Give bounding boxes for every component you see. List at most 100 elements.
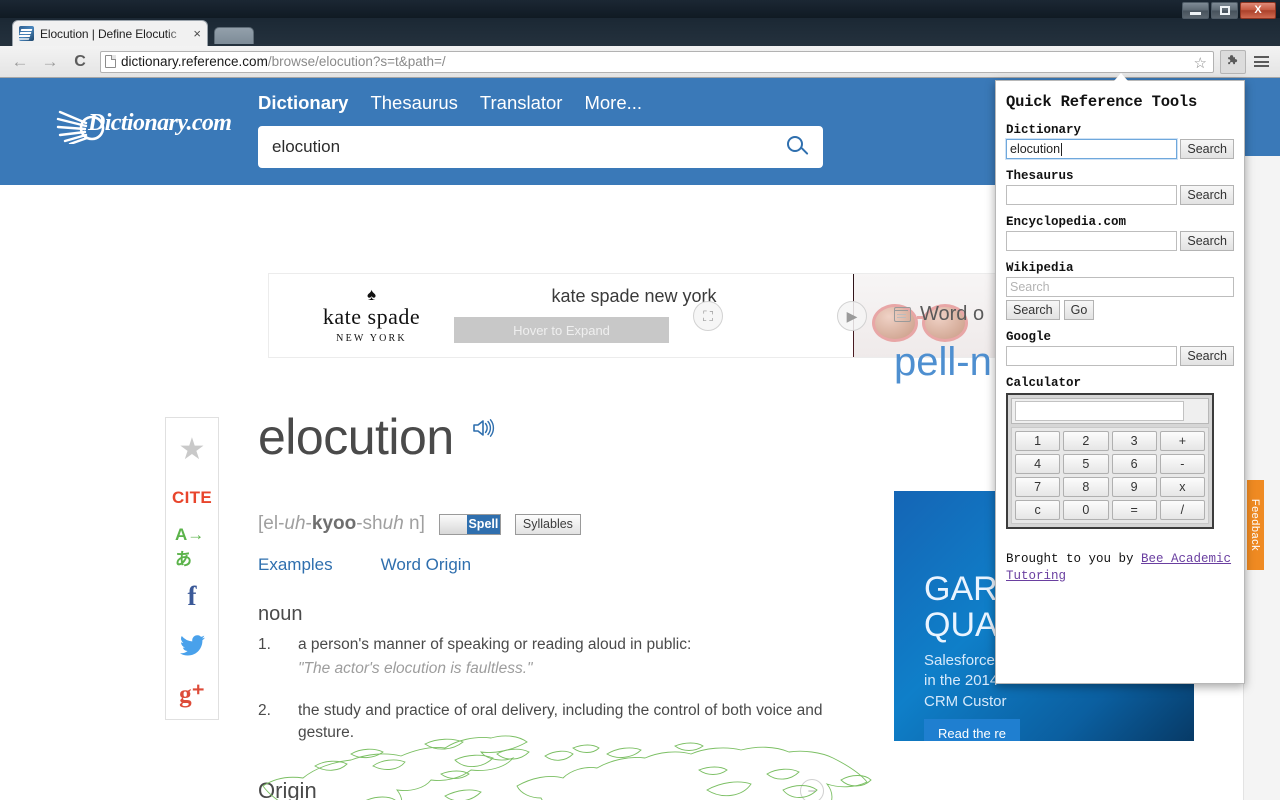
google-input[interactable] bbox=[1006, 346, 1178, 366]
wikipedia-search-button[interactable]: Search bbox=[1006, 300, 1060, 320]
examples-link[interactable]: Examples bbox=[258, 555, 333, 575]
dictionary-search-button[interactable]: Search bbox=[1180, 139, 1234, 159]
thesaurus-group: Thesaurus Search bbox=[1006, 169, 1234, 205]
social-sidebar: ★ CITE A→あ f g⁺ bbox=[165, 417, 219, 720]
calc-key-9[interactable]: 9 bbox=[1111, 477, 1157, 497]
nav-item-dictionary[interactable]: Dictionary bbox=[258, 92, 348, 114]
pronunciation-row: [el-uh-kyoo-shuh n] Spell Syllables bbox=[258, 513, 878, 535]
tab-strip: Elocution | Define Elocutic × bbox=[0, 18, 1280, 46]
calculator-screen-pad bbox=[1184, 401, 1206, 421]
audio-pronounce-icon[interactable] bbox=[472, 418, 496, 444]
browser-toolbar: ← → C dictionary.reference.com/browse/el… bbox=[0, 46, 1280, 78]
thesaurus-search-button[interactable]: Search bbox=[1180, 185, 1234, 205]
site-search-input[interactable]: elocution bbox=[272, 137, 787, 157]
nav-item-translator[interactable]: Translator bbox=[480, 92, 563, 114]
word-origin-link[interactable]: Word Origin bbox=[381, 555, 471, 575]
new-tab-button[interactable] bbox=[214, 27, 254, 44]
ad-play-button[interactable]: ▶ bbox=[837, 301, 867, 331]
facebook-icon[interactable]: f bbox=[175, 579, 209, 613]
calc-key-divide[interactable]: / bbox=[1159, 500, 1205, 520]
bookmark-star-icon[interactable]: ☆ bbox=[1194, 54, 1207, 72]
logo-text: Dictionary.com bbox=[88, 110, 232, 136]
kate-spade-logo: ♠ kate spade NEW YORK bbox=[294, 285, 449, 344]
thesaurus-label: Thesaurus bbox=[1006, 169, 1074, 183]
calc-key-5[interactable]: 5 bbox=[1063, 454, 1109, 474]
dictionary-favicon-icon bbox=[19, 26, 34, 41]
popup-footer-text: Brought to you by bbox=[1006, 552, 1142, 566]
search-icon[interactable] bbox=[787, 136, 809, 158]
calc-key-3[interactable]: 3 bbox=[1111, 431, 1157, 451]
window-minimize-button[interactable] bbox=[1182, 2, 1209, 19]
calc-key-0[interactable]: 0 bbox=[1063, 500, 1109, 520]
part-of-speech: noun bbox=[258, 603, 303, 625]
dictionary-logo[interactable]: Dictionary.com bbox=[56, 104, 251, 148]
wikipedia-input[interactable]: Search bbox=[1006, 277, 1234, 297]
address-bar[interactable]: dictionary.reference.com/browse/elocutio… bbox=[100, 50, 1214, 73]
translate-icon[interactable]: A→あ bbox=[175, 525, 209, 569]
cite-button[interactable]: CITE bbox=[172, 481, 212, 515]
calculator-display[interactable] bbox=[1015, 401, 1184, 421]
back-icon[interactable]: ← bbox=[6, 49, 34, 75]
site-nav: Dictionary Thesaurus Translator More... bbox=[258, 92, 642, 114]
calculator-keypad: 1 2 3 + 4 5 6 - 7 8 9 x c 0 = / bbox=[1011, 427, 1209, 524]
tab-close-icon[interactable]: × bbox=[193, 27, 201, 40]
favorite-star-icon[interactable]: ★ bbox=[175, 432, 209, 466]
ad-expand-button[interactable]: Hover to Expand bbox=[454, 317, 669, 343]
hamburger-menu-icon[interactable] bbox=[1248, 50, 1274, 74]
url-path: /browse/elocution?s=t&path=/ bbox=[267, 54, 446, 69]
pronunciation-text: [el-uh-kyoo-shuh n] bbox=[258, 513, 425, 534]
gartner-ad-button[interactable]: Read the re bbox=[924, 719, 1020, 741]
definition-item: 1. a person's manner of speaking or read… bbox=[258, 634, 878, 680]
reload-icon[interactable]: C bbox=[66, 49, 94, 75]
encyclopedia-input[interactable] bbox=[1006, 231, 1178, 251]
calc-key-8[interactable]: 8 bbox=[1063, 477, 1109, 497]
calc-key-1[interactable]: 1 bbox=[1015, 431, 1061, 451]
nav-item-more[interactable]: More... bbox=[584, 92, 642, 114]
forward-icon[interactable]: → bbox=[36, 49, 64, 75]
google-label: Google bbox=[1006, 330, 1052, 344]
definition-text: a person's manner of speaking or reading… bbox=[298, 634, 878, 680]
ad-gallery-button[interactable]: ⛶ bbox=[693, 301, 723, 331]
calc-key-7[interactable]: 7 bbox=[1015, 477, 1061, 497]
spell-toggle[interactable]: Spell bbox=[438, 513, 501, 535]
twitter-icon[interactable] bbox=[175, 628, 209, 662]
wikipedia-label: Wikipedia bbox=[1006, 261, 1074, 275]
dictionary-input[interactable]: elocution bbox=[1004, 138, 1179, 160]
browser-tab[interactable]: Elocution | Define Elocutic × bbox=[12, 20, 208, 46]
wikipedia-go-button[interactable]: Go bbox=[1063, 300, 1095, 320]
google-plus-icon[interactable]: g⁺ bbox=[175, 677, 209, 711]
address-bar-text: dictionary.reference.com/browse/elocutio… bbox=[121, 54, 446, 69]
feedback-tab[interactable]: Feedback bbox=[1247, 480, 1264, 570]
encyclopedia-group: Encyclopedia.com Search bbox=[1006, 215, 1234, 251]
window-controls: X bbox=[1182, 2, 1276, 19]
spade-icon: ♠ bbox=[366, 285, 377, 304]
window-maximize-button[interactable] bbox=[1211, 2, 1238, 19]
nav-item-thesaurus[interactable]: Thesaurus bbox=[370, 92, 457, 114]
calc-key-multiply[interactable]: x bbox=[1159, 477, 1205, 497]
dictionary-input-value: elocution bbox=[1010, 142, 1061, 156]
encyclopedia-search-button[interactable]: Search bbox=[1180, 231, 1234, 251]
calc-key-plus[interactable]: + bbox=[1159, 431, 1205, 451]
dictionary-group: Dictionary elocution Search bbox=[1004, 123, 1234, 160]
advertisement-banner[interactable]: ♠ kate spade NEW YORK kate spade new yor… bbox=[268, 273, 996, 358]
site-search-box[interactable]: elocution bbox=[258, 126, 823, 168]
calc-key-4[interactable]: 4 bbox=[1015, 454, 1061, 474]
wikipedia-group: Wikipedia Search Search Go bbox=[1006, 261, 1234, 320]
page-title: elocution bbox=[258, 408, 454, 465]
definition-body: a person's manner of speaking or reading… bbox=[298, 636, 692, 653]
calc-key-2[interactable]: 2 bbox=[1063, 431, 1109, 451]
ad-brand-name: kate spade bbox=[322, 304, 421, 329]
calculator-group: Calculator 1 2 3 + 4 5 6 - 7 8 9 x c 0 =… bbox=[1006, 376, 1234, 529]
browser-window: X Elocution | Define Elocutic × ← → C di… bbox=[0, 0, 1280, 800]
calendar-icon bbox=[894, 307, 911, 322]
google-search-button[interactable]: Search bbox=[1180, 346, 1234, 366]
popup-footer: Brought to you by Bee Academic Tutoring bbox=[1006, 551, 1234, 585]
calc-key-minus[interactable]: - bbox=[1159, 454, 1205, 474]
calc-key-equals[interactable]: = bbox=[1111, 500, 1157, 520]
syllables-button[interactable]: Syllables bbox=[514, 513, 581, 535]
thesaurus-input[interactable] bbox=[1006, 185, 1178, 205]
calc-key-clear[interactable]: c bbox=[1015, 500, 1061, 520]
puzzle-piece-icon[interactable] bbox=[1220, 49, 1246, 74]
window-close-button[interactable]: X bbox=[1240, 2, 1276, 19]
calc-key-6[interactable]: 6 bbox=[1111, 454, 1157, 474]
